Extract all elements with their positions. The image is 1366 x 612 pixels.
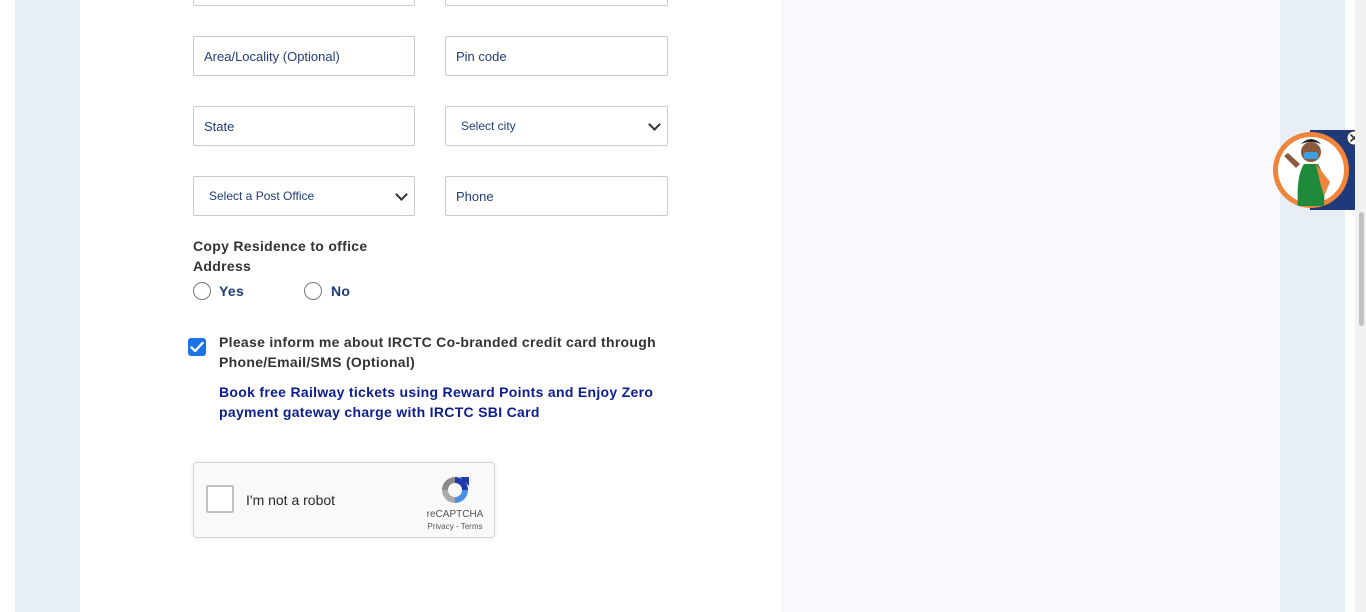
- recaptcha-widget: I'm not a robot reCAPTCHA Privacy - Term…: [193, 462, 495, 538]
- address-line-field[interactable]: [193, 0, 415, 6]
- left-gutter: [15, 0, 80, 612]
- phone-input[interactable]: Phone: [445, 176, 668, 216]
- recaptcha-logo-icon: [442, 477, 469, 503]
- city-select[interactable]: Select city: [445, 106, 668, 146]
- recaptcha-privacy-terms-links[interactable]: Privacy - Terms: [409, 522, 501, 531]
- chevron-down-icon: [395, 187, 408, 201]
- street-field[interactable]: [445, 0, 668, 6]
- mascot-avatar[interactable]: [1270, 126, 1362, 214]
- area-locality-placeholder: Area/Locality (Optional): [204, 48, 340, 64]
- recaptcha-checkbox[interactable]: [206, 485, 234, 513]
- checkmark-icon: [190, 341, 204, 353]
- city-select-value: Select city: [461, 119, 516, 133]
- page: Area/Locality (Optional) Pin code State …: [0, 0, 1366, 612]
- credit-card-consent-checkbox[interactable]: [188, 338, 206, 356]
- recaptcha-label: I'm not a robot: [246, 492, 336, 508]
- phone-placeholder: Phone: [456, 188, 494, 204]
- recaptcha-brand: reCAPTCHA: [426, 509, 484, 520]
- copy-address-yes-radio[interactable]: [193, 282, 211, 300]
- copy-address-yes-label[interactable]: Yes: [219, 283, 244, 299]
- irctc-sbi-promo-text: Book free Railway tickets using Reward P…: [219, 384, 654, 420]
- copy-address-no-radio[interactable]: [304, 282, 322, 300]
- state-placeholder: State: [204, 118, 235, 134]
- state-input[interactable]: State: [193, 106, 415, 146]
- right-gutter: [1280, 0, 1345, 612]
- credit-card-consent-text[interactable]: Please inform me about IRCTC Co-branded …: [219, 332, 679, 372]
- copy-address-question: Copy Residence to office Address: [193, 238, 368, 274]
- post-office-select-value: Select a Post Office: [209, 189, 315, 203]
- post-office-select[interactable]: Select a Post Office: [193, 176, 415, 216]
- area-locality-input[interactable]: Area/Locality (Optional): [193, 36, 415, 76]
- right-panel: [781, 0, 1280, 612]
- copy-address-no-label[interactable]: No: [331, 283, 350, 299]
- scrollbar-thumb[interactable]: [1359, 212, 1364, 326]
- pincode-input[interactable]: Pin code: [445, 36, 668, 76]
- pincode-placeholder: Pin code: [456, 48, 507, 64]
- chevron-down-icon: [648, 117, 661, 131]
